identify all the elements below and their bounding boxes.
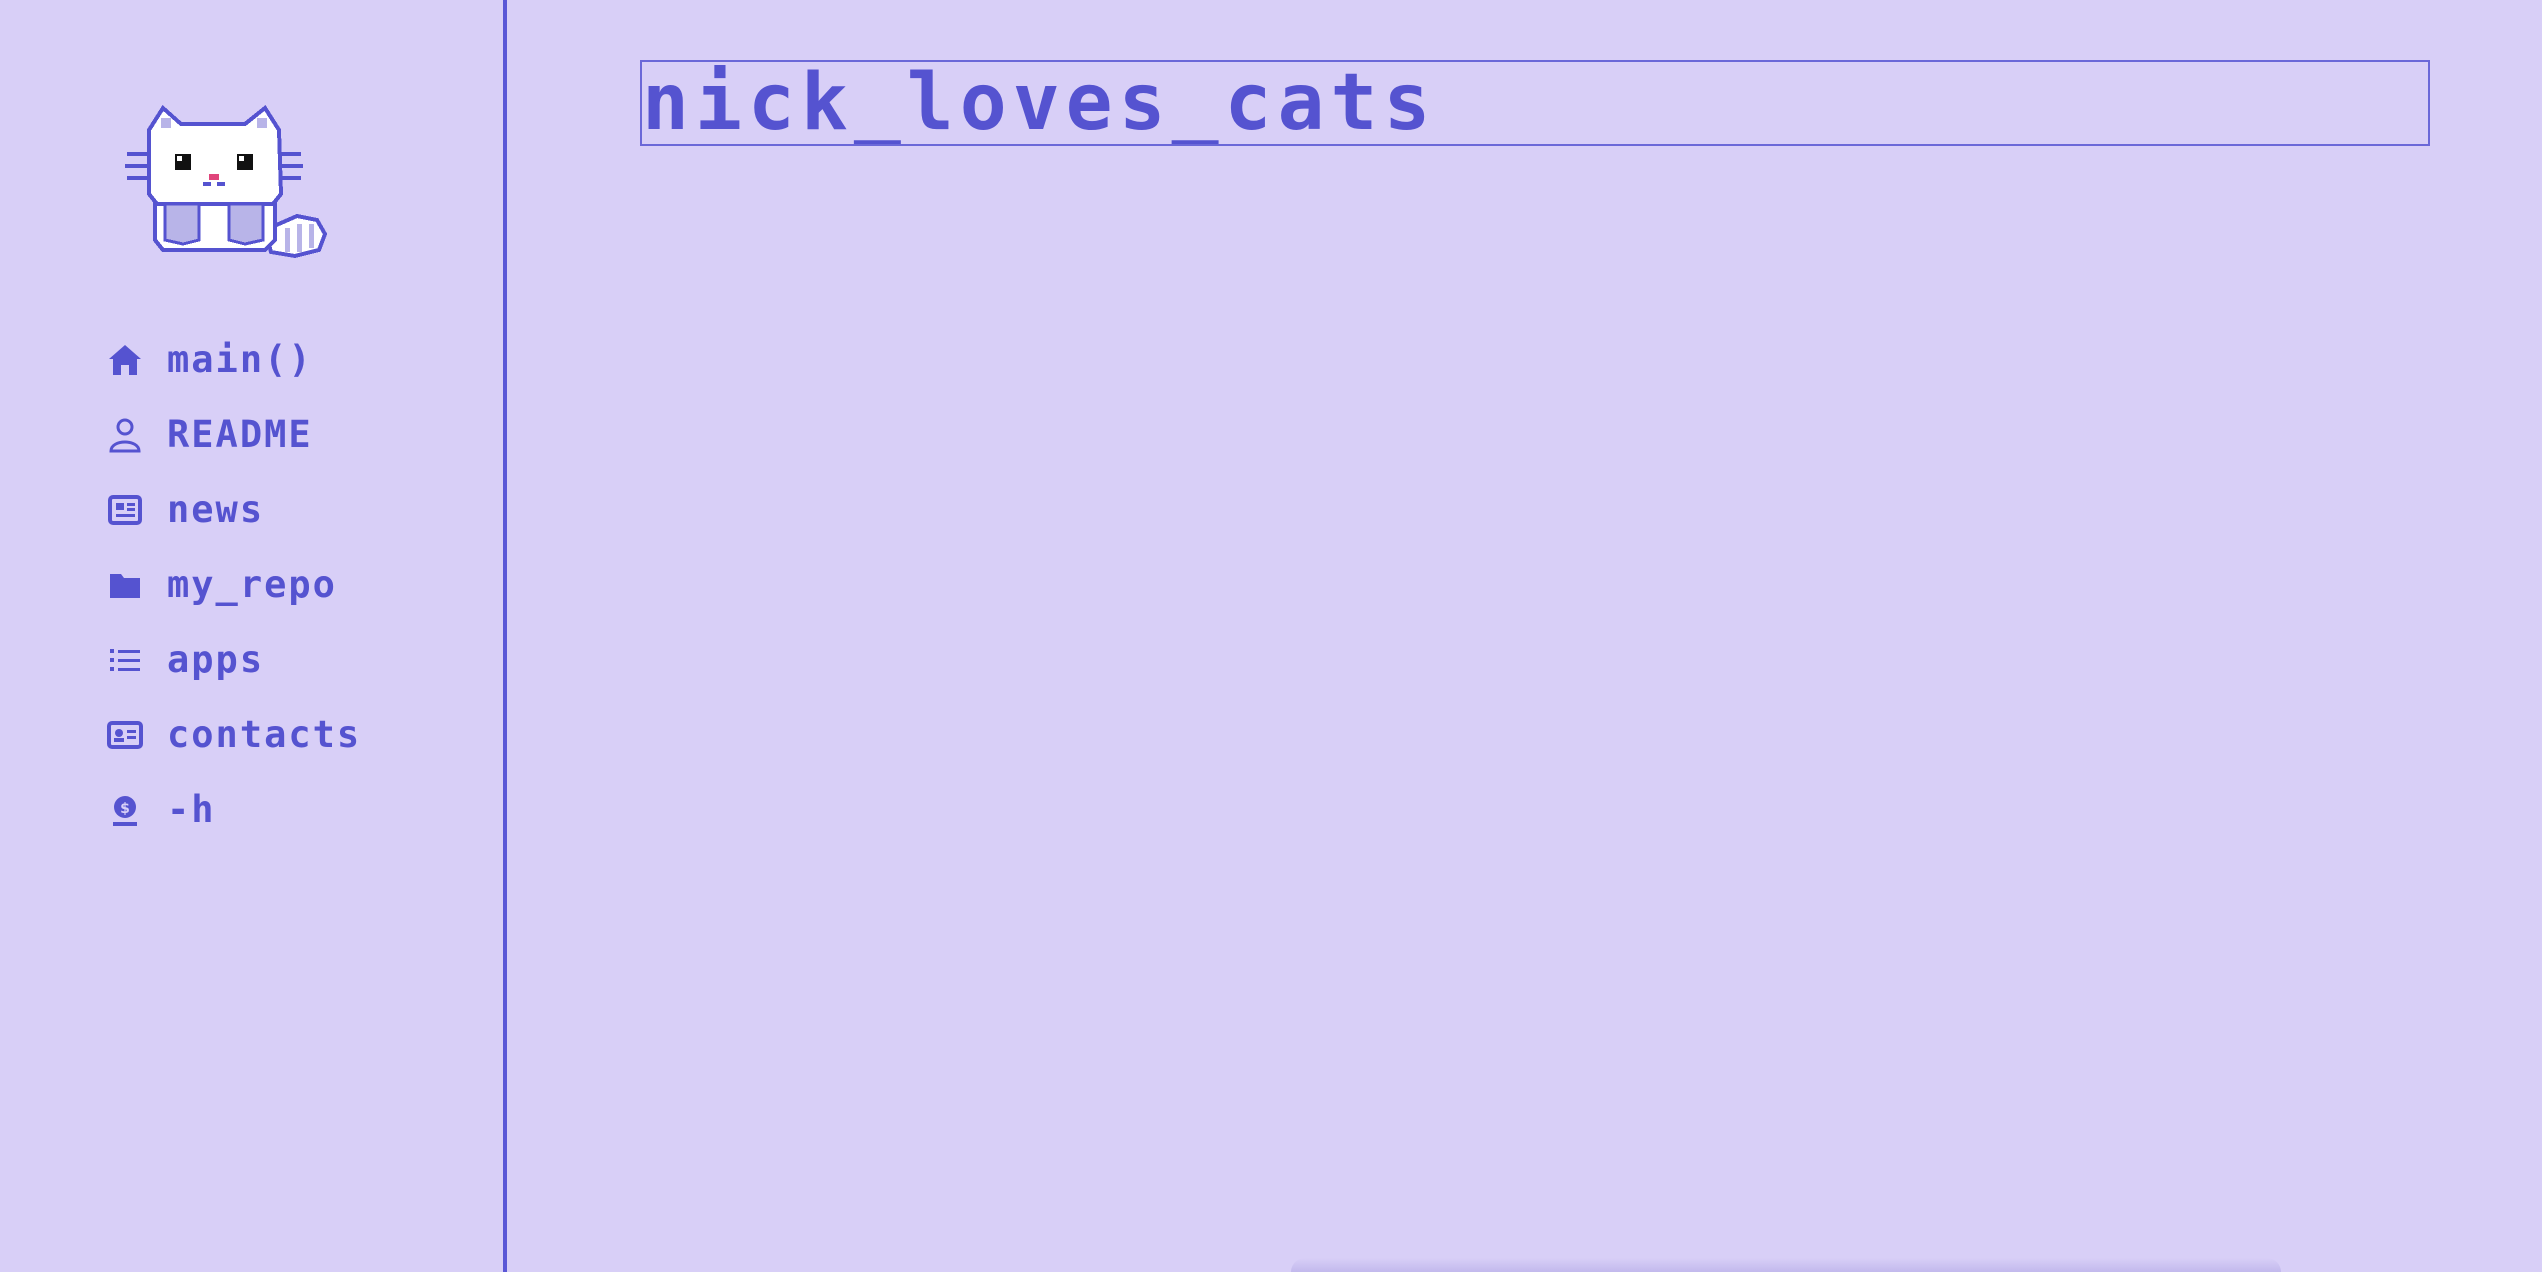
sidebar-nav: main() README news my_repo apps contacts… [105,322,361,847]
sidebar-item-label: my_repo [167,563,337,606]
user-icon [105,415,145,455]
sidebar-item-label: README [167,413,313,456]
home-icon [105,340,145,380]
folder-icon [105,565,145,605]
page-title: nick_loves_cats [642,60,1437,146]
contact-card-icon [105,715,145,755]
sidebar-item-label: news [167,488,265,531]
main-content: nick_loves_cats [511,0,2542,1272]
list-icon [105,640,145,680]
sidebar-item-readme[interactable]: README [105,397,361,472]
sidebar-item-label: main() [167,338,313,381]
sidebar-item-label: contacts [167,713,362,756]
sidebar-item-apps[interactable]: apps [105,622,361,697]
svg-text:$: $ [120,801,130,817]
page: main() README news my_repo apps contacts… [0,0,2542,1272]
sidebar-item-my-repo[interactable]: my_repo [105,547,361,622]
sidebar-item-label: apps [167,638,265,681]
pixel-cat-icon[interactable] [125,100,335,270]
newspaper-icon [105,490,145,530]
sidebar-item-news[interactable]: news [105,472,361,547]
sidebar-item-main[interactable]: main() [105,322,361,397]
sidebar-item-help[interactable]: $ -h [105,772,361,847]
sidebar-item-label: -h [167,788,216,831]
sidebar-item-contacts[interactable]: contacts [105,697,361,772]
title-box: nick_loves_cats [640,60,2430,146]
bottom-shadow [1291,1258,2281,1272]
sidebar: main() README news my_repo apps contacts… [0,0,507,1272]
help-icon: $ [105,790,145,830]
